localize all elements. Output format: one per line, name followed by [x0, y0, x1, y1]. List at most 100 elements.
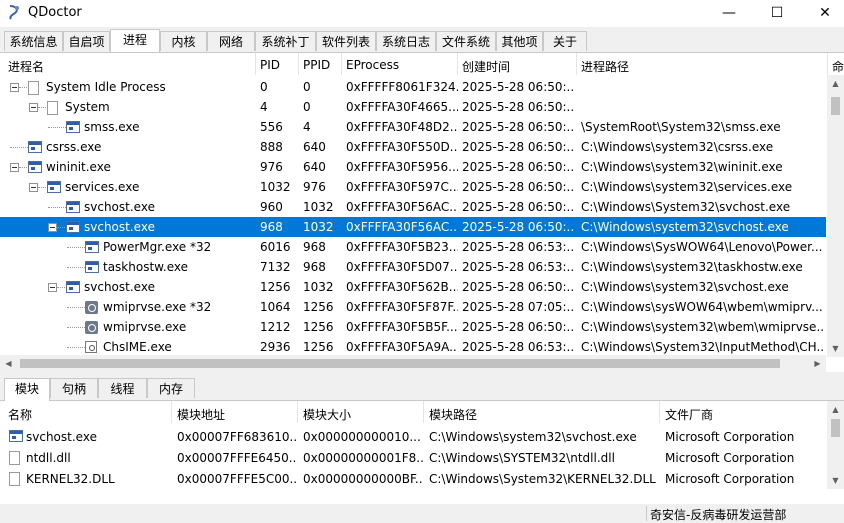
- process-eprocess: 0xFFFFF8061F324...: [346, 80, 458, 94]
- process-row[interactable]: System 4 0 0xFFFFA30F4665... 2025-5-28 06:50…: [0, 97, 826, 117]
- tab-9[interactable]: 其他项: [496, 31, 543, 51]
- scrollbar-thumb[interactable]: [831, 419, 840, 437]
- module-icon: [9, 472, 20, 486]
- module-row[interactable]: KERNEL32.DLL 0x00007FFFE5C00... 0x00000000…: [0, 469, 826, 489]
- column-header[interactable]: 模块大小: [303, 406, 351, 423]
- process-time: 2025-5-28 06:50:...: [462, 280, 574, 294]
- tab-8[interactable]: 文件系统: [436, 31, 496, 51]
- process-ppid: 1032: [303, 220, 334, 234]
- scroll-left-icon[interactable]: ◀: [0, 355, 17, 372]
- scroll-up-icon[interactable]: ▲: [827, 401, 844, 418]
- process-row[interactable]: csrss.exe 888 640 0xFFFFA30F550D... 2025-5-2…: [0, 137, 826, 157]
- column-divider[interactable]: [341, 53, 342, 75]
- scroll-down-icon[interactable]: ▼: [827, 340, 844, 357]
- column-divider[interactable]: [827, 53, 828, 75]
- column-divider[interactable]: [659, 401, 660, 423]
- tab-1[interactable]: 自启项: [63, 31, 110, 51]
- tab-2[interactable]: 进程: [110, 29, 160, 52]
- column-header[interactable]: EProcess: [346, 58, 399, 72]
- process-row[interactable]: ChsIME.exe 2936 1256 0xFFFFA30F5A9A... 2025-…: [0, 337, 826, 357]
- process-row[interactable]: services.exe 1032 976 0xFFFFA30F597C... 2025…: [0, 177, 826, 197]
- column-divider[interactable]: [171, 401, 172, 423]
- minimize-button[interactable]: —: [706, 0, 752, 27]
- close-button[interactable]: ✕: [802, 0, 844, 27]
- process-time: 2025-5-28 06:50:...: [462, 220, 574, 234]
- scroll-down-icon[interactable]: ▼: [827, 472, 844, 489]
- tab-6[interactable]: 软件列表: [316, 31, 376, 51]
- column-header[interactable]: 命: [832, 58, 844, 75]
- minimize-icon: —: [722, 5, 736, 21]
- tab-4[interactable]: 网络: [207, 31, 255, 51]
- status-bar: 奇安信-反病毒研发运营部: [0, 504, 844, 522]
- process-row[interactable]: svchost.exe 960 1032 0xFFFFA30F56AC... 2025-…: [0, 197, 826, 217]
- process-vertical-scrollbar[interactable]: ▲ ▼: [827, 75, 844, 357]
- process-path: C:\Windows\sysWOW64\wbem\wmiprv...: [581, 300, 823, 314]
- process-eprocess: 0xFFFFA30F597C...: [346, 180, 458, 194]
- process-icon: [85, 261, 99, 273]
- column-divider[interactable]: [297, 401, 298, 423]
- process-row[interactable]: PowerMgr.exe *32 6016 968 0xFFFFA30F5B23...…: [0, 237, 826, 257]
- column-divider[interactable]: [423, 401, 424, 423]
- collapse-toggle-icon[interactable]: [48, 223, 57, 232]
- column-divider[interactable]: [255, 53, 256, 75]
- process-eprocess: 0xFFFFA30F56AC...: [346, 220, 458, 234]
- column-header[interactable]: 模块路径: [429, 406, 477, 423]
- process-ppid: 640: [303, 140, 326, 154]
- column-divider[interactable]: [457, 53, 458, 75]
- tab-3[interactable]: 内核: [160, 31, 207, 51]
- tab-5[interactable]: 系统补丁: [255, 31, 316, 51]
- module-table-header: 名称 模块地址 模块大小 模块路径 文件厂商: [0, 401, 826, 423]
- process-row[interactable]: svchost.exe 968 1032 0xFFFFA30F56AC... 2025-…: [0, 217, 826, 237]
- process-ppid: 0: [303, 80, 311, 94]
- process-time: 2025-5-28 06:53:...: [462, 340, 574, 354]
- column-divider[interactable]: [298, 53, 299, 75]
- column-header[interactable]: 模块地址: [177, 406, 225, 423]
- module-size: 0x00000000000BF...: [303, 472, 423, 486]
- column-header[interactable]: 进程名: [8, 58, 44, 75]
- scroll-up-icon[interactable]: ▲: [827, 75, 844, 92]
- process-horizontal-scrollbar[interactable]: ◀ ▶: [0, 355, 826, 372]
- collapse-toggle-icon[interactable]: [48, 283, 57, 292]
- column-header[interactable]: PID: [260, 58, 280, 72]
- collapse-toggle-icon[interactable]: [10, 83, 19, 92]
- column-header[interactable]: 创建时间: [462, 58, 510, 75]
- column-header[interactable]: 文件厂商: [665, 406, 713, 423]
- process-ppid: 1256: [303, 300, 334, 314]
- app-icon: [9, 5, 19, 20]
- column-header[interactable]: PPID: [303, 58, 330, 72]
- scrollbar-thumb[interactable]: [831, 97, 840, 115]
- tab-10[interactable]: 关于: [543, 31, 587, 51]
- tree-connector: [48, 207, 66, 208]
- process-row[interactable]: smss.exe 556 4 0xFFFFA30F48D2... 2025-5-28 0…: [0, 117, 826, 137]
- maximize-button[interactable]: ☐: [754, 0, 800, 27]
- process-icon: [28, 141, 42, 153]
- process-row[interactable]: wmiprvse.exe 1212 1256 0xFFFFA30F5B5F... 202…: [0, 317, 826, 337]
- process-row[interactable]: taskhostw.exe 7132 968 0xFFFFA30F5D07... 202…: [0, 257, 826, 277]
- module-row[interactable]: svchost.exe 0x00007FF683610... 0x000000000…: [0, 427, 826, 447]
- process-row[interactable]: svchost.exe 1256 1032 0xFFFFA30F562B... 2025…: [0, 277, 826, 297]
- process-name: taskhostw.exe: [103, 260, 188, 274]
- detail-tab-2[interactable]: 线程: [98, 378, 147, 398]
- collapse-toggle-icon[interactable]: [29, 183, 38, 192]
- detail-tab-0[interactable]: 模块: [4, 378, 50, 401]
- h-scrollbar-thumb[interactable]: [20, 359, 780, 368]
- module-row[interactable]: ntdll.dll 0x00007FFFE6450... 0x00000000001…: [0, 448, 826, 468]
- process-pid: 1032: [260, 180, 291, 194]
- process-row[interactable]: System Idle Process 0 0 0xFFFFF8061F324... 2…: [0, 77, 826, 97]
- process-eprocess: 0xFFFFA30F550D...: [346, 140, 458, 154]
- detail-tab-1[interactable]: 句柄: [50, 378, 98, 398]
- column-header[interactable]: 名称: [8, 406, 32, 423]
- detail-tab-3[interactable]: 内存: [147, 378, 195, 398]
- process-row[interactable]: wmiprvse.exe *32 1064 1256 0xFFFFA30F5F87F.…: [0, 297, 826, 317]
- tab-7[interactable]: 系统日志: [376, 31, 436, 51]
- collapse-toggle-icon[interactable]: [29, 103, 38, 112]
- module-vertical-scrollbar[interactable]: ▲ ▼: [827, 401, 844, 489]
- module-path: C:\Windows\system32\svchost.exe: [429, 430, 637, 444]
- process-ppid: 968: [303, 260, 326, 274]
- column-header[interactable]: 进程路径: [581, 58, 629, 75]
- collapse-toggle-icon[interactable]: [10, 163, 19, 172]
- column-divider[interactable]: [576, 53, 577, 75]
- process-row[interactable]: wininit.exe 976 640 0xFFFFA30F5956... 2025-5…: [0, 157, 826, 177]
- tab-0[interactable]: 系统信息: [4, 31, 63, 51]
- scroll-right-icon[interactable]: ▶: [809, 355, 826, 372]
